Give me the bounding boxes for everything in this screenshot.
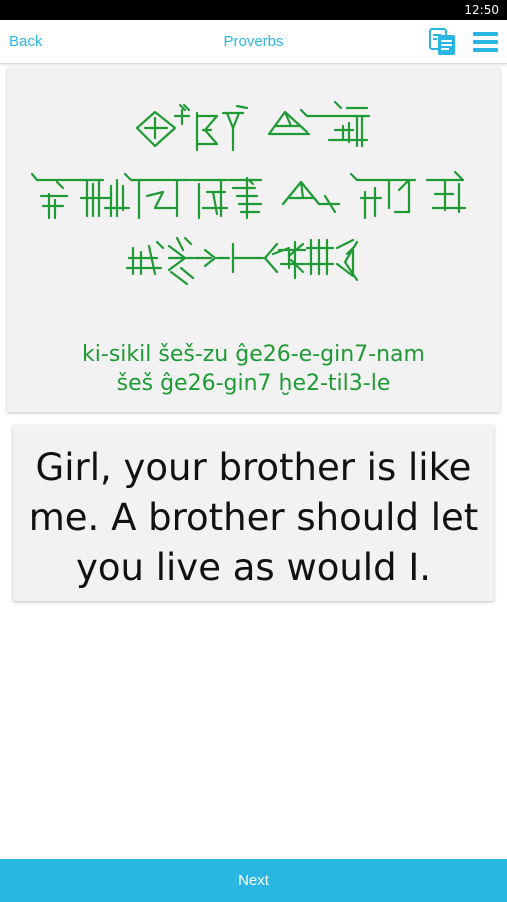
cuneiform-line-2 <box>30 170 467 220</box>
menu-icon[interactable] <box>473 31 498 53</box>
cuneiform-line-3 <box>125 236 359 286</box>
copy-icon[interactable] <box>427 26 459 58</box>
top-nav-bar: Back Proverbs <box>0 20 507 64</box>
translation-card: Girl, your brother is like me. A brother… <box>13 425 494 601</box>
cuneiform-inscription <box>30 100 467 286</box>
translation-text: Girl, your brother is like me. A brother… <box>23 443 484 593</box>
next-button[interactable]: Next <box>0 859 507 902</box>
transliteration-text: ki-sikil šeš-zu ĝe26-e-gin7-nam šeš ĝe26… <box>7 340 500 398</box>
translation-line-1: Girl, your brother is like <box>35 446 472 489</box>
transliteration-line-2: šeš ĝe26-gin7 ḫe2-til3-le <box>116 371 391 396</box>
status-bar: 12:50 <box>0 0 507 20</box>
translation-line-2: me. A brother should let <box>28 496 479 539</box>
transliteration-line-1: ki-sikil šeš-zu ĝe26-e-gin7-nam <box>82 342 425 367</box>
translation-line-3: you live as would I. <box>76 546 431 589</box>
cuneiform-card: ki-sikil šeš-zu ĝe26-e-gin7-nam šeš ĝe26… <box>7 68 500 412</box>
status-time: 12:50 <box>464 3 499 17</box>
cuneiform-line-1 <box>135 100 371 152</box>
